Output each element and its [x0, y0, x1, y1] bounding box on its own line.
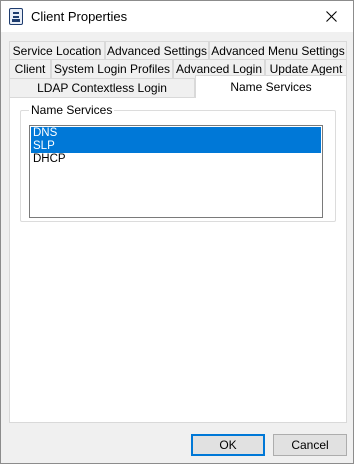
client-properties-icon [9, 8, 23, 25]
name-services-panel: Name Services DNS SLP DHCP [9, 97, 347, 423]
tab-service-location[interactable]: Service Location [9, 41, 105, 61]
tab-ldap-contextless-login[interactable]: LDAP Contextless Login [9, 78, 195, 98]
list-item-dhcp[interactable]: DHCP [31, 153, 321, 166]
name-services-list[interactable]: DNS SLP DHCP [29, 125, 323, 218]
ok-button[interactable]: OK [191, 434, 265, 456]
title-bar: Client Properties [1, 1, 353, 32]
list-item-slp[interactable]: SLP [31, 140, 321, 153]
name-services-group: Name Services DNS SLP DHCP [20, 103, 336, 222]
client-properties-dialog: Client Properties Service Location Advan… [0, 0, 354, 464]
group-label: Name Services [29, 103, 115, 117]
tab-advanced-settings[interactable]: Advanced Settings [105, 41, 209, 61]
close-button[interactable] [309, 1, 353, 32]
window-title: Client Properties [31, 9, 128, 24]
tab-advanced-menu-settings[interactable]: Advanced Menu Settings [209, 41, 347, 61]
tab-name-services[interactable]: Name Services [195, 75, 347, 98]
tab-client[interactable]: Client [9, 59, 51, 79]
tab-system-login-profiles[interactable]: System Login Profiles [51, 59, 173, 79]
close-icon [325, 11, 337, 22]
list-item-dns[interactable]: DNS [31, 127, 321, 140]
cancel-button[interactable]: Cancel [273, 434, 347, 456]
